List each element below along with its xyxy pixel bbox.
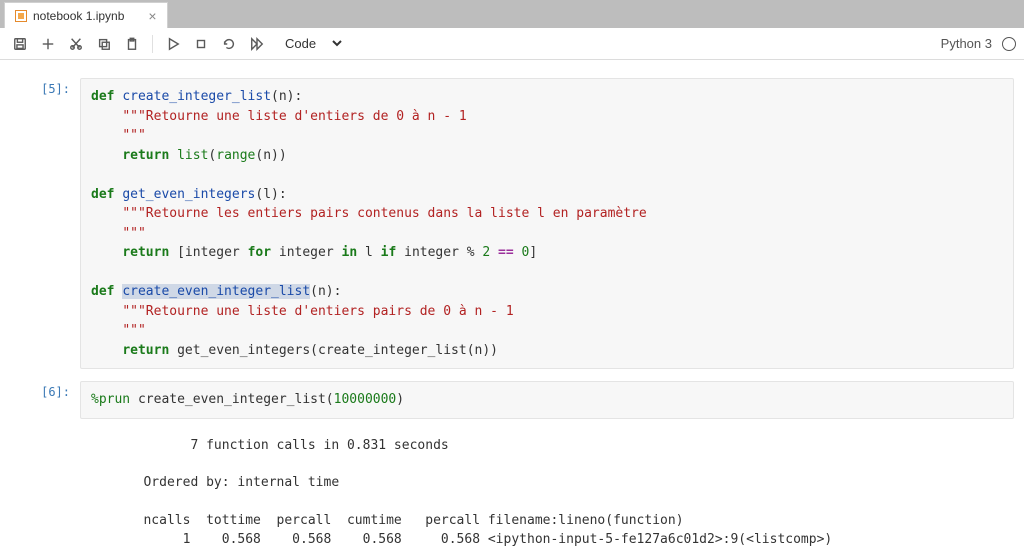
run-button[interactable] [161, 32, 185, 56]
tab-bar: notebook 1.ipynb × [0, 0, 1024, 28]
code-cell: [5]: def create_integer_list(n): """Reto… [10, 78, 1014, 369]
close-icon[interactable]: × [148, 8, 156, 24]
paste-button[interactable] [120, 32, 144, 56]
insert-cell-button[interactable] [36, 32, 60, 56]
cut-button[interactable] [64, 32, 88, 56]
notebook-icon [15, 10, 27, 22]
tab-title: notebook 1.ipynb [33, 9, 124, 23]
toolbar: Code Python 3 [0, 28, 1024, 60]
prompt: [5]: [10, 78, 80, 369]
code-cell: [6]: %prun create_even_integer_list(1000… [10, 381, 1014, 419]
kernel-status-icon [1002, 37, 1016, 51]
kernel-name: Python 3 [941, 36, 998, 51]
restart-run-all-button[interactable] [245, 32, 269, 56]
output-gutter [10, 431, 80, 552]
save-button[interactable] [8, 32, 32, 56]
restart-button[interactable] [217, 32, 241, 56]
cell-type-select[interactable]: Code [281, 35, 345, 52]
interrupt-button[interactable] [189, 32, 213, 56]
copy-button[interactable] [92, 32, 116, 56]
output-cell: 7 function calls in 0.831 seconds Ordere… [10, 431, 1014, 552]
tab-notebook[interactable]: notebook 1.ipynb × [4, 2, 168, 28]
separator [152, 35, 153, 53]
code-input[interactable]: def create_integer_list(n): """Retourne … [80, 78, 1014, 369]
profiler-output: 7 function calls in 0.831 seconds Ordere… [80, 431, 1014, 552]
notebook-area[interactable]: [5]: def create_integer_list(n): """Reto… [0, 60, 1024, 552]
code-input[interactable]: %prun create_even_integer_list(10000000) [80, 381, 1014, 419]
prompt: [6]: [10, 381, 80, 419]
